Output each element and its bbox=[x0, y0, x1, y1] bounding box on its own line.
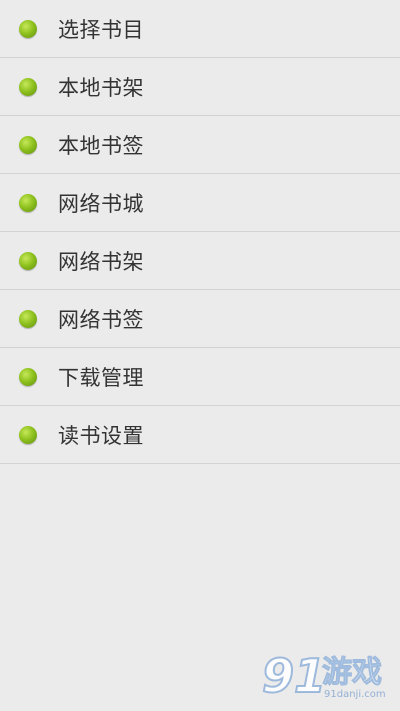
menu-item-label: 网络书城 bbox=[58, 191, 144, 216]
green-bullet-icon bbox=[19, 19, 37, 38]
menu-item-label: 网络书架 bbox=[58, 249, 144, 274]
watermark-number: 91 bbox=[261, 649, 327, 703]
menu-item-label: 本地书架 bbox=[58, 75, 144, 100]
menu-item-select-book[interactable]: 选择书目 bbox=[0, 0, 400, 58]
menu-item-download-manager[interactable]: 下载管理 bbox=[0, 348, 400, 406]
menu-item-label: 读书设置 bbox=[58, 423, 144, 448]
green-bullet-icon bbox=[19, 77, 37, 96]
site-watermark: 91 游戏 91danji.com bbox=[261, 649, 394, 705]
watermark-text: 游戏 bbox=[322, 655, 383, 691]
menu-item-label: 选择书目 bbox=[58, 17, 144, 42]
menu-item-label: 本地书签 bbox=[58, 133, 144, 158]
green-bullet-icon bbox=[19, 251, 37, 270]
green-bullet-icon bbox=[19, 425, 37, 444]
menu-item-reading-settings[interactable]: 读书设置 bbox=[0, 406, 400, 464]
menu-item-label: 下载管理 bbox=[58, 365, 144, 390]
menu-item-label: 网络书签 bbox=[58, 307, 144, 332]
menu-item-local-bookmarks[interactable]: 本地书签 bbox=[0, 116, 400, 174]
menu-item-online-bookshelf[interactable]: 网络书架 bbox=[0, 232, 400, 290]
green-bullet-icon bbox=[19, 193, 37, 212]
main-menu: 选择书目 本地书架 本地书签 网络书城 网络书架 网络书签 下载管理 读书设置 bbox=[0, 0, 400, 464]
green-bullet-icon bbox=[19, 309, 37, 328]
menu-item-online-bookmarks[interactable]: 网络书签 bbox=[0, 290, 400, 348]
green-bullet-icon bbox=[19, 367, 37, 386]
watermark-site: 91danji.com bbox=[324, 689, 386, 700]
green-bullet-icon bbox=[19, 135, 37, 154]
menu-item-local-bookshelf[interactable]: 本地书架 bbox=[0, 58, 400, 116]
menu-item-online-bookstore[interactable]: 网络书城 bbox=[0, 174, 400, 232]
